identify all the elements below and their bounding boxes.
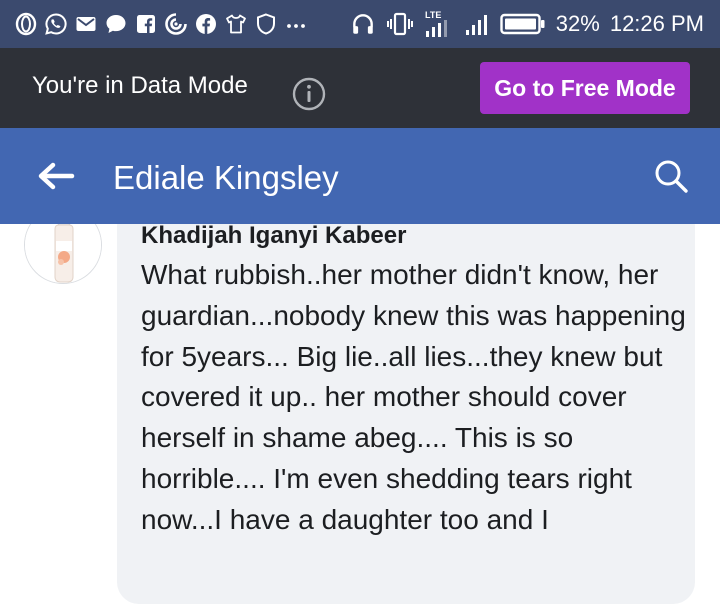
shield-icon — [257, 13, 275, 35]
more-icon — [287, 24, 305, 28]
shirt-icon — [226, 14, 246, 34]
system-indicators: LTE 32% 12:26 PM — [350, 6, 704, 42]
clock: 12:26 PM — [609, 11, 704, 36]
data-mode-message: You're in Data Mode — [32, 72, 248, 99]
page-title: Ediale Kingsley — [113, 159, 339, 196]
whatsapp-icon — [45, 13, 67, 35]
comment-author[interactable]: Khadijah Iganyi Kabeer — [141, 222, 406, 250]
header-bar — [0, 128, 720, 224]
chat-bubble-icon — [106, 15, 126, 33]
signal-icon — [465, 15, 487, 35]
battery-percent: 32% — [555, 11, 600, 36]
mail-icon — [76, 17, 96, 31]
facebook-icon — [137, 15, 155, 33]
status-bar: LTE 32% 12:26 PM — [0, 0, 720, 48]
go-to-free-mode-button[interactable]: Go to Free Mode — [480, 62, 690, 114]
vibrate-icon — [386, 12, 413, 36]
signal-icon: LTE — [425, 10, 447, 37]
headphones-icon — [352, 14, 373, 34]
notification-icons — [14, 9, 308, 39]
battery-icon — [500, 13, 545, 35]
facebook-circle-icon — [196, 14, 216, 34]
network-type-label: LTE — [425, 10, 441, 20]
comment-text: What rubbish..her mother didn't know, he… — [141, 259, 686, 535]
back-arrow-icon[interactable] — [36, 160, 76, 192]
info-icon[interactable] — [292, 77, 326, 111]
search-icon[interactable] — [652, 157, 690, 195]
opera-icon — [15, 12, 37, 36]
opera-mini-icon — [165, 13, 187, 35]
